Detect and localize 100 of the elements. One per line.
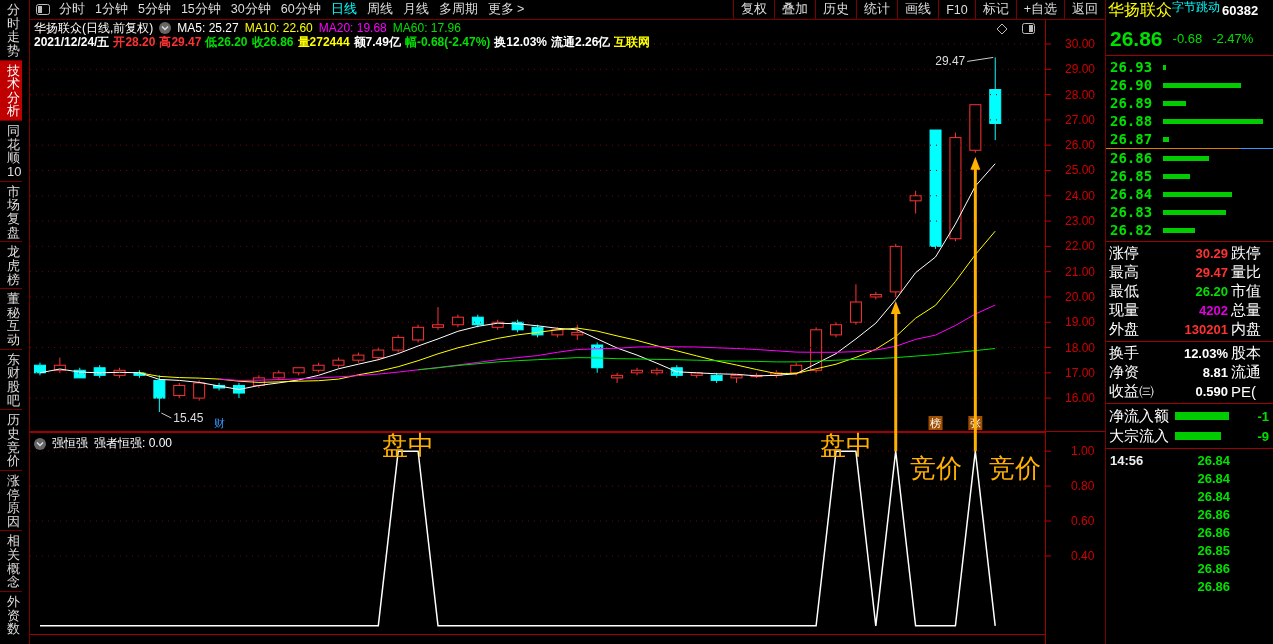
tick-label: 19.00 [1065, 315, 1096, 330]
toolbar-button[interactable]: 统计 [856, 0, 898, 19]
volume-bar [1163, 173, 1190, 179]
ma-legend: MA10: 22.60 [244, 21, 313, 35]
trade-time: 14:56 [1110, 452, 1145, 468]
tick-label: 26.00 [1065, 138, 1096, 153]
stat-label: 股本 [1231, 344, 1262, 363]
stat-value: 0.590 [1194, 384, 1229, 399]
side-tab[interactable]: 分时走势 [0, 0, 22, 61]
stat-label: 流通 [1231, 363, 1262, 382]
quote-field: 量272444 [297, 35, 350, 49]
trade-price: 26.84 [1196, 452, 1230, 468]
diamond-icon[interactable] [996, 23, 1008, 35]
toolbar-button[interactable]: 画线 [897, 0, 939, 19]
candlestick [432, 306, 444, 331]
period-tab[interactable]: 更多 > [482, 1, 530, 18]
candlestick [113, 367, 126, 379]
tick-label: 28.00 [1065, 87, 1096, 102]
candlestick [451, 314, 464, 328]
candlestick [631, 367, 643, 376]
candlestick [730, 374, 743, 384]
flow-value: -1 [1256, 408, 1270, 424]
candlestick [750, 372, 763, 379]
candlestick [352, 352, 365, 364]
candlestick [173, 382, 186, 399]
period-tab[interactable]: 月线 [397, 1, 434, 18]
tick-label: 23.00 [1065, 214, 1096, 229]
tick-label: 22.00 [1065, 239, 1096, 254]
stat-label: 最高 [1109, 263, 1140, 282]
quote-field: 幅-0.68(-2.47%) [404, 35, 491, 49]
candlestick [133, 369, 146, 379]
tick-label: 30.00 [1065, 37, 1096, 52]
side-tab[interactable]: 外资数 [0, 592, 22, 644]
period-tab[interactable]: 5分钟 [132, 1, 176, 18]
panel-toggle-icon[interactable] [36, 4, 50, 15]
dropdown-icon[interactable] [34, 437, 46, 450]
candlestick [810, 326, 823, 374]
toolbar-button[interactable]: 复权 [733, 0, 775, 19]
toolbar-button[interactable]: F10 [938, 0, 975, 19]
period-tab[interactable]: 15分钟 [175, 1, 226, 18]
toolbar-button[interactable]: +自选 [1015, 0, 1064, 19]
side-tab[interactable]: 东财股吧 [0, 349, 22, 411]
stat-label: 最低 [1109, 282, 1140, 301]
candlestick [232, 382, 245, 399]
toolbar-button[interactable]: 历史 [815, 0, 857, 19]
period-tab[interactable]: 60分钟 [275, 1, 326, 18]
stat-label: 外盘 [1109, 320, 1140, 339]
stat-label: PE( [1231, 383, 1257, 400]
candlestick [849, 283, 862, 326]
leader-line [966, 56, 994, 62]
period-tab[interactable]: 分时 [54, 1, 90, 18]
side-tab[interactable]: 龙虎榜 [0, 242, 22, 290]
bid-price: 26.86 [1109, 150, 1154, 166]
stat-label: 现量 [1109, 301, 1140, 320]
annotation-label: 竞价 [909, 453, 962, 483]
toolbar-button[interactable]: 叠加 [774, 0, 816, 19]
period-tab[interactable]: 日线 [325, 1, 362, 18]
period-tab[interactable]: 多周期 [433, 1, 483, 18]
toolbar-button[interactable]: 返回 [1064, 0, 1105, 19]
event-marker[interactable]: 财 [213, 417, 225, 429]
candlestick [491, 319, 504, 331]
period-tab[interactable]: 30分钟 [225, 1, 276, 18]
candlestick [33, 362, 46, 376]
quote-field: 开28.20 [113, 35, 156, 49]
side-tab[interactable]: 技术分析 [0, 60, 22, 122]
toolbar-button[interactable]: 标记 [974, 0, 1016, 19]
candlestick [372, 347, 385, 361]
candlestick [412, 324, 425, 343]
low-price-label: 15.45 [173, 411, 204, 425]
side-tab[interactable]: 市场复盘 [0, 181, 22, 243]
candlestick [591, 341, 604, 374]
candlestick [690, 372, 703, 379]
side-tab[interactable]: 同花顺10 [0, 121, 22, 182]
quote-field: 换12.03% [494, 35, 547, 49]
tick-label: 24.00 [1065, 188, 1096, 203]
stat-label: 量比 [1231, 263, 1262, 282]
event-tag[interactable]: 榜 [928, 416, 943, 430]
side-tab[interactable]: 相关概念 [0, 531, 22, 592]
tick-label: 27.00 [1065, 112, 1096, 127]
stat-value: 29.47 [1194, 265, 1229, 280]
flow-value: -9 [1256, 428, 1270, 444]
period-tab[interactable]: 1分钟 [90, 1, 133, 18]
stat-value: 130201 [1183, 322, 1229, 337]
candlestick [889, 243, 902, 298]
period-tab[interactable]: 周线 [361, 1, 398, 18]
volume-bar [1163, 155, 1209, 161]
trade-price: 26.86 [1196, 506, 1230, 522]
dropdown-icon[interactable] [159, 22, 172, 34]
tick-label: 1.00 [1071, 444, 1095, 459]
quote-field: 高29.47 [159, 35, 202, 49]
side-tab[interactable]: 董秘互动 [0, 289, 22, 350]
side-tab[interactable]: 历史竞价 [0, 410, 22, 471]
panel-toggle-icon[interactable] [1022, 23, 1035, 34]
ma-legend: MA20: 19.68 [318, 21, 387, 35]
tick-label: 0.60 [1071, 514, 1095, 529]
side-tab[interactable]: 涨停原因 [0, 470, 22, 532]
candlestick [292, 367, 305, 376]
candlestick [969, 104, 982, 154]
bid-price: 26.83 [1109, 204, 1154, 220]
flow-bar [1175, 412, 1229, 420]
